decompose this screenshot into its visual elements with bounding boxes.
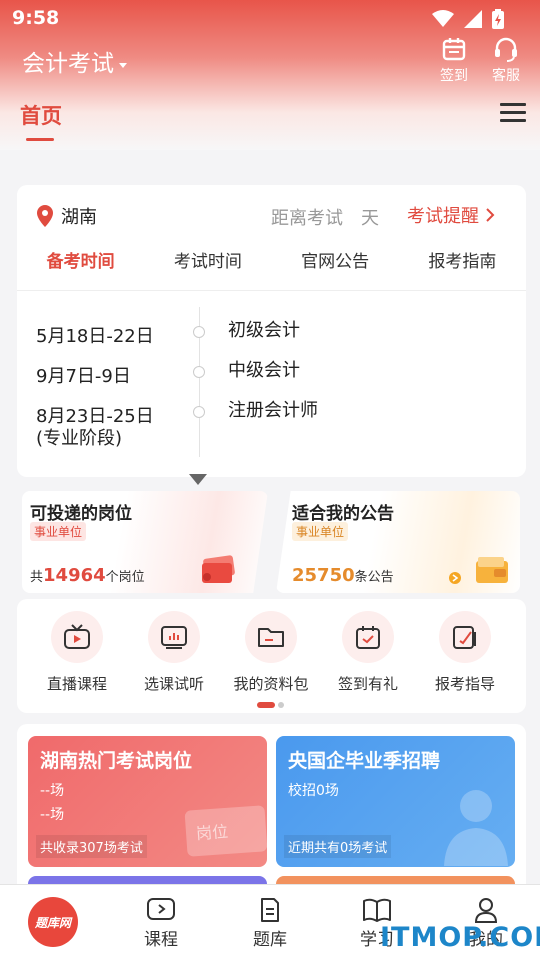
signal-icon	[464, 10, 482, 28]
status-bar: 9:58	[0, 0, 540, 36]
timeline-dot	[193, 406, 205, 418]
doc-icon	[261, 898, 279, 922]
notices-count: 25750条公告	[292, 565, 394, 586]
tab-official-notice[interactable]: 官网公告	[301, 247, 369, 272]
hot-jobs-footer: 共收录307场考试	[36, 835, 147, 858]
tab-prep-time[interactable]: 备考时间	[47, 247, 115, 272]
schedule-exam: 注册会计师	[228, 400, 318, 421]
exam-category-selector[interactable]: 会计考试	[22, 44, 127, 78]
person-icon	[444, 790, 508, 866]
tv-icon	[64, 624, 90, 649]
location-label: 湖南	[61, 207, 97, 228]
notices-card-tag: 事业单位	[292, 522, 349, 541]
calendar-icon	[442, 38, 466, 61]
status-time: 9:58	[12, 7, 60, 29]
watermark: ITMOP.COM	[380, 922, 540, 953]
tab-home[interactable]: 首页	[20, 100, 62, 141]
hot-section: 湖南热门考试岗位 --场 --场 岗位 共收录307场考试 央国企毕业季招聘 校…	[17, 724, 526, 894]
nav-question-bank[interactable]: 题库	[235, 897, 305, 950]
schedule-date: 9月7日-9日	[36, 366, 131, 387]
caret-down-icon	[119, 63, 127, 68]
shortcut-my-materials[interactable]: 我的资料包	[225, 611, 317, 694]
play-icon	[147, 898, 175, 920]
jobs-card-tag: 事业单位	[30, 522, 87, 541]
nav-course[interactable]: 课程	[126, 897, 196, 950]
soe-recruit-footer: 近期共有0场考试	[284, 835, 392, 858]
checkin-button[interactable]: 签到	[434, 36, 474, 85]
hot-jobs-card[interactable]: 湖南热门考试岗位 --场 --场 岗位 共收录307场考试	[28, 736, 267, 867]
exam-reminder-link[interactable]: 考试提醒	[407, 202, 495, 228]
headset-icon	[495, 37, 517, 62]
countdown: 距离考试天	[271, 208, 379, 229]
page-title: 会计考试	[22, 51, 114, 77]
book-icon	[363, 898, 391, 922]
hot-jobs-line: --场	[40, 783, 65, 799]
shortcuts-panel: 直播课程 选课试听 我的资料包 签到有礼 报考指导	[17, 599, 526, 713]
shortcut-trial-course[interactable]: 选课试听	[128, 611, 220, 694]
tab-exam-time[interactable]: 考试时间	[174, 247, 242, 272]
schedule-date: 5月18日-22日	[36, 326, 154, 347]
edit-doc-icon	[453, 626, 476, 649]
shortcut-exam-guidance[interactable]: 报考指导	[419, 611, 511, 694]
divider	[17, 290, 526, 291]
hot-jobs-badge: 岗位	[184, 805, 267, 857]
calendar-check-icon	[356, 626, 380, 649]
card-icon	[202, 555, 235, 583]
battery-icon	[492, 9, 504, 29]
schedule-exams: 初级会计 中级会计 注册会计师	[228, 311, 318, 431]
wallet-icon	[449, 557, 508, 584]
user-icon	[474, 898, 498, 923]
chevron-right-icon	[486, 208, 495, 222]
hot-jobs-title: 湖南热门考试岗位	[40, 750, 193, 772]
jobs-count: 共14964个岗位	[30, 565, 145, 586]
notices-card[interactable]: 适合我的公告 事业单位 25750条公告	[276, 491, 520, 593]
soe-recruit-line: 校招0场	[288, 783, 339, 799]
tab-indicator	[26, 138, 54, 141]
schedule-dates: 5月18日-22日 9月7日-9日 8月23日-25日 (专业阶段)	[36, 317, 154, 450]
timeline-dot	[193, 326, 205, 338]
jobs-card[interactable]: 可投递的岗位 事业单位 共14964个岗位	[22, 491, 268, 593]
soe-recruit-card[interactable]: 央国企毕业季招聘 校招0场 近期共有0场考试	[276, 736, 515, 867]
tab-exam-guide[interactable]: 报考指南	[428, 247, 496, 272]
chart-board-icon	[161, 626, 187, 649]
timeline-dot	[193, 366, 205, 378]
shortcut-checkin-gift[interactable]: 签到有礼	[322, 611, 414, 694]
schedule-exam: 中级会计	[228, 360, 300, 381]
notices-card-title: 适合我的公告	[292, 504, 394, 524]
folder-icon	[258, 628, 284, 647]
expand-arrow-icon[interactable]	[189, 474, 207, 485]
location-selector[interactable]: 湖南	[37, 203, 97, 229]
menu-icon[interactable]	[500, 103, 526, 127]
wifi-icon	[432, 10, 454, 27]
shortcut-live-course[interactable]: 直播课程	[31, 611, 123, 694]
page-indicator	[257, 702, 284, 708]
hot-jobs-line: --场	[40, 807, 65, 823]
schedule-exam: 初级会计	[228, 320, 300, 341]
jobs-card-title: 可投递的岗位	[30, 504, 132, 524]
location-pin-icon	[37, 205, 53, 227]
home-logo-button[interactable]: 题库网	[28, 897, 78, 947]
customer-service-button[interactable]: 客服	[486, 36, 526, 85]
soe-recruit-title: 央国企毕业季招聘	[288, 750, 441, 772]
exam-info-card: 湖南 距离考试天 考试提醒 备考时间 考试时间 官网公告 报考指南 5月18日-…	[17, 185, 526, 477]
